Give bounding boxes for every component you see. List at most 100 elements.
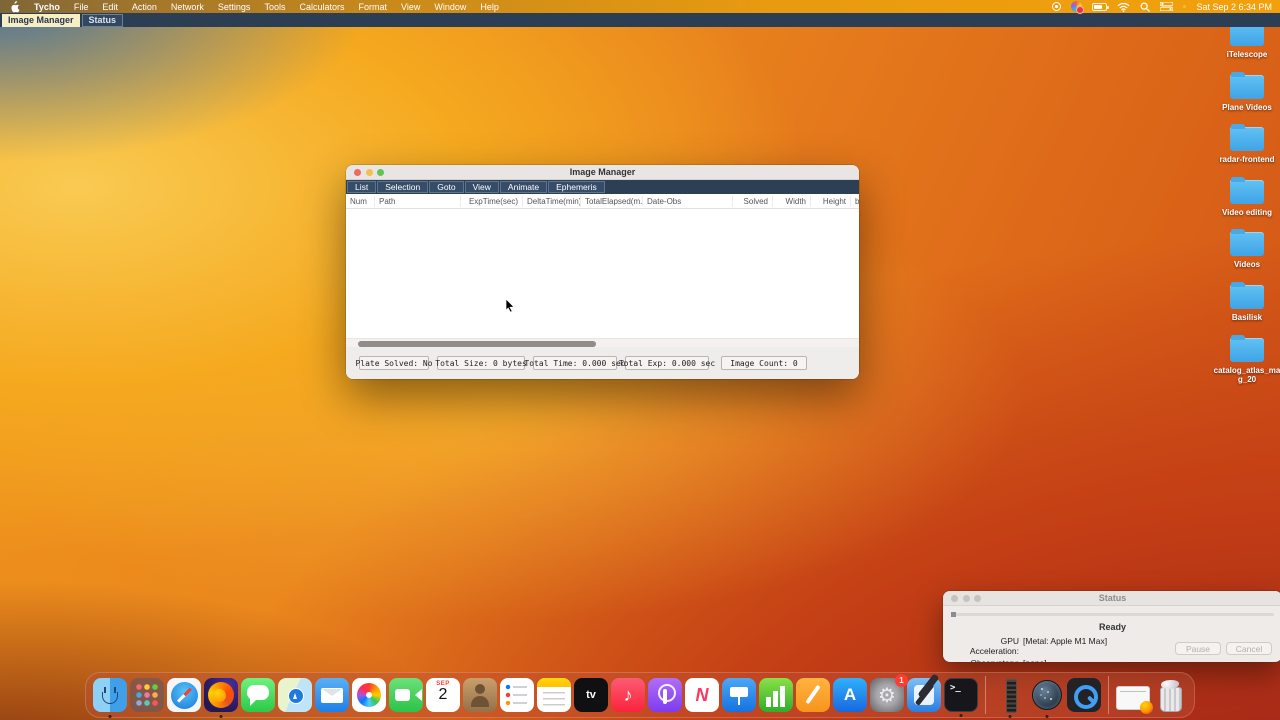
col-dateobs[interactable]: Date-Obs xyxy=(642,195,732,207)
battery-icon[interactable] xyxy=(1091,2,1109,11)
col-width[interactable]: Width xyxy=(772,195,810,207)
dock-icon-music[interactable]: ♪ xyxy=(611,678,645,712)
col-solved[interactable]: Solved xyxy=(732,195,772,207)
desktop-wallpaper: Tycho File Edit Action Network Settings … xyxy=(0,0,1280,720)
folder-label: catalog_atlas_mag_20 xyxy=(1213,365,1280,385)
dock-icon-trash[interactable] xyxy=(1153,678,1187,712)
folder-video-editing[interactable]: Video editing xyxy=(1210,176,1280,218)
menu-settings[interactable]: Settings xyxy=(218,2,251,12)
dock-icon-maps[interactable] xyxy=(278,678,312,712)
dock-icon-launchpad[interactable] xyxy=(130,678,164,712)
im-menu-selection[interactable]: Selection xyxy=(377,181,429,193)
dock-icon-firefox[interactable] xyxy=(204,678,238,718)
apple-menu-icon[interactable] xyxy=(10,0,20,13)
dock-icon-photos[interactable] xyxy=(352,678,386,712)
control-center-icon[interactable] xyxy=(1159,2,1173,11)
tab-image-manager[interactable]: Image Manager xyxy=(2,13,80,27)
dock-icon-apple-tv[interactable]: tv xyxy=(574,678,608,712)
menu-tools[interactable]: Tools xyxy=(264,2,285,12)
menu-help[interactable]: Help xyxy=(480,2,499,12)
folder-basilisk[interactable]: Basilisk xyxy=(1210,281,1280,323)
window-tab-bar: Image Manager Status xyxy=(0,13,1280,27)
col-exptime[interactable]: ExpTime(sec) xyxy=(460,195,522,207)
recording-indicator-icon[interactable] xyxy=(1051,2,1061,11)
folder-plane-videos[interactable]: Plane Videos xyxy=(1210,71,1280,113)
wifi-icon[interactable] xyxy=(1117,2,1130,12)
dock-icon-numbers[interactable] xyxy=(759,678,793,712)
horizontal-scrollbar[interactable] xyxy=(346,338,859,347)
dock-icon-podcasts[interactable] xyxy=(648,678,682,712)
dock-icon-news[interactable]: N xyxy=(685,678,719,712)
col-deltatime[interactable]: DeltaTime(min) xyxy=(522,195,580,207)
folder-videos[interactable]: Videos xyxy=(1210,229,1280,270)
menu-edit[interactable]: Edit xyxy=(102,2,118,12)
col-num[interactable]: Num xyxy=(346,197,374,206)
close-button[interactable] xyxy=(951,595,958,602)
dock-icon-app-store[interactable]: A xyxy=(833,678,867,712)
calendar-day: 2 xyxy=(438,686,448,703)
status-titlebar[interactable]: Status xyxy=(943,591,1280,606)
zoom-button[interactable] xyxy=(377,169,384,176)
dock-icon-keynote[interactable] xyxy=(722,678,756,712)
dock: SEP 2 tv ♪ N A ⚙ 1 >_ xyxy=(85,672,1195,718)
col-b[interactable]: b xyxy=(850,195,859,207)
dock-icon-mail[interactable] xyxy=(315,678,349,712)
im-menu-goto[interactable]: Goto xyxy=(429,181,464,193)
menu-action[interactable]: Action xyxy=(132,2,157,12)
im-menu-view[interactable]: View xyxy=(464,181,499,193)
im-menu-animate[interactable]: Animate xyxy=(499,181,548,193)
dock-icon-xcode[interactable] xyxy=(907,678,941,712)
scrollbar-thumb[interactable] xyxy=(358,340,596,347)
dock-icon-messages[interactable] xyxy=(241,678,275,712)
im-menu-ephemeris[interactable]: Ephemeris xyxy=(548,181,605,193)
menu-calculators[interactable]: Calculators xyxy=(299,2,344,12)
search-icon[interactable] xyxy=(1140,2,1150,12)
zoom-button[interactable] xyxy=(974,595,981,602)
menu-bar-clock[interactable]: Sat Sep 2 6:34 PM xyxy=(1196,2,1272,12)
folder-itelescope[interactable]: iTelescope xyxy=(1210,19,1280,60)
menu-format[interactable]: Format xyxy=(358,2,387,12)
menu-file[interactable]: File xyxy=(74,2,89,12)
total-exp-box: Total Exp: 0.000 sec xyxy=(619,356,715,370)
folder-label: Videos xyxy=(1233,260,1261,270)
close-button[interactable] xyxy=(354,169,361,176)
folder-radar-frontend[interactable]: radar-frontend xyxy=(1210,124,1280,165)
dock-icon-terminal[interactable]: >_ xyxy=(944,678,978,717)
folder-catalog-atlas[interactable]: catalog_atlas_mag_20 xyxy=(1210,334,1280,385)
folder-icon xyxy=(1230,334,1264,362)
image-list-area[interactable] xyxy=(346,209,859,338)
window-title: Status xyxy=(1098,593,1127,603)
dock-icon-tycho-strip-app[interactable] xyxy=(993,678,1027,718)
dock-icon-facetime[interactable] xyxy=(389,678,423,712)
dock-icon-tycho-planet-app[interactable] xyxy=(1030,678,1064,718)
dock-icon-contacts[interactable] xyxy=(463,678,497,712)
minimize-button[interactable] xyxy=(365,169,373,176)
menu-bar: Tycho File Edit Action Network Settings … xyxy=(0,0,1280,14)
col-totalelapsed[interactable]: TotalElapsed(m... xyxy=(580,195,642,207)
im-menu-list[interactable]: List xyxy=(347,181,377,193)
col-path[interactable]: Path xyxy=(374,195,460,207)
dock-icon-finder[interactable] xyxy=(93,678,127,718)
app-menu-tycho[interactable]: Tycho xyxy=(34,2,60,12)
dock-icon-reminders[interactable] xyxy=(500,678,534,712)
menu-network[interactable]: Network xyxy=(171,2,204,12)
dock-icon-quicktime[interactable] xyxy=(1067,678,1101,712)
progress-bar xyxy=(951,612,1274,617)
menu-window[interactable]: Window xyxy=(434,2,466,12)
pause-button[interactable]: Pause xyxy=(1175,642,1221,655)
dock-icon-pages[interactable] xyxy=(796,678,830,712)
dock-icon-calendar[interactable]: SEP 2 xyxy=(426,678,460,712)
cancel-button[interactable]: Cancel xyxy=(1226,642,1272,655)
image-manager-titlebar[interactable]: Image Manager xyxy=(346,165,859,180)
minimize-button[interactable] xyxy=(962,595,970,602)
dock-minimized-window[interactable] xyxy=(1116,685,1153,714)
summary-bar: Plate Solved: No Total Size: 0 bytes Tot… xyxy=(346,347,859,379)
dock-icon-safari[interactable] xyxy=(167,678,201,712)
folder-icon xyxy=(1230,176,1264,204)
dock-icon-system-settings[interactable]: ⚙ 1 xyxy=(870,674,908,712)
tab-status[interactable]: Status xyxy=(81,13,124,27)
col-height[interactable]: Height xyxy=(810,195,850,207)
pinwheel-status-icon[interactable] xyxy=(1070,1,1084,14)
menu-view[interactable]: View xyxy=(401,2,420,12)
dock-icon-notes[interactable] xyxy=(537,678,571,712)
